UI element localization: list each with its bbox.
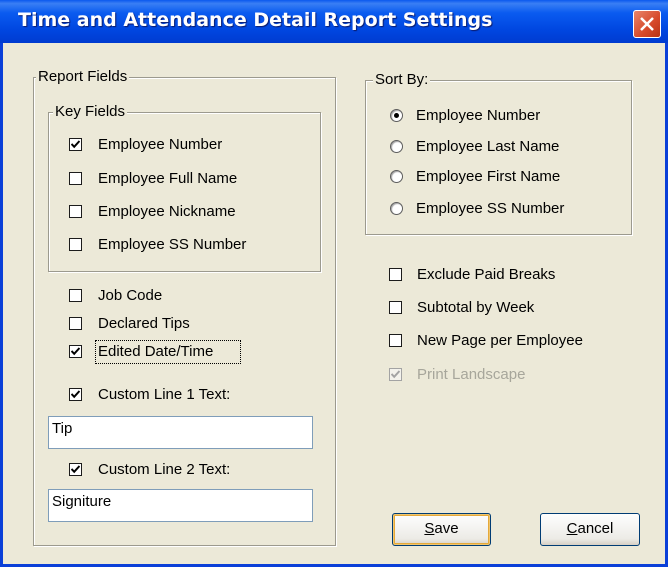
sort-employee-ss-number-label[interactable]: Employee SS Number (416, 200, 564, 218)
cancel-button[interactable]: Cancel (540, 513, 640, 546)
sort-employee-last-name-label[interactable]: Employee Last Name (416, 138, 559, 156)
title-bar[interactable]: Time and Attendance Detail Report Settin… (0, 0, 668, 43)
focus-indicator (95, 340, 241, 364)
edited-date-time-checkbox[interactable] (69, 345, 82, 358)
check-mark-icon (71, 140, 80, 149)
employee-number-checkbox[interactable] (69, 138, 82, 151)
cancel-label: ancel (577, 520, 614, 537)
custom-line-2-input[interactable]: Signiture (48, 489, 313, 522)
cancel-mnemonic: C (566, 520, 578, 537)
print-landscape-checkbox (389, 368, 402, 381)
employee-full-name-label[interactable]: Employee Full Name (98, 170, 237, 188)
save-mnemonic: S (424, 520, 435, 537)
close-icon (640, 17, 654, 31)
subtotal-by-week-checkbox[interactable] (389, 301, 402, 314)
job-code-checkbox[interactable] (69, 289, 82, 302)
check-mark-icon (71, 465, 80, 474)
sort-employee-ss-number-radio[interactable] (390, 202, 403, 215)
sort-by-legend: Sort By: (373, 71, 431, 89)
custom-line-1-checkbox[interactable] (69, 388, 82, 401)
sort-employee-first-name-label[interactable]: Employee First Name (416, 168, 560, 186)
save-label: ave (434, 520, 459, 537)
key-fields-legend: Key Fields (53, 103, 128, 121)
report-fields-legend: Report Fields (36, 68, 130, 86)
dialog-window: Time and Attendance Detail Report Settin… (0, 0, 668, 567)
custom-line-1-label[interactable]: Custom Line 1 Text: (98, 386, 230, 404)
new-page-per-employee-label[interactable]: New Page per Employee (417, 332, 583, 350)
custom-line-1-input[interactable]: Tip (48, 416, 313, 449)
save-button[interactable]: Save (392, 513, 491, 546)
check-mark-icon (71, 347, 80, 356)
job-code-label[interactable]: Job Code (98, 287, 162, 305)
subtotal-by-week-label[interactable]: Subtotal by Week (417, 299, 534, 317)
exclude-paid-breaks-checkbox[interactable] (389, 268, 402, 281)
check-mark-icon (71, 390, 80, 399)
declared-tips-checkbox[interactable] (69, 317, 82, 330)
sort-employee-number-radio[interactable] (390, 109, 403, 122)
close-button[interactable] (633, 10, 661, 38)
employee-nickname-checkbox[interactable] (69, 205, 82, 218)
window-title: Time and Attendance Detail Report Settin… (18, 9, 493, 31)
print-landscape-label: Print Landscape (417, 366, 526, 383)
employee-ss-number-label[interactable]: Employee SS Number (98, 236, 246, 254)
custom-line-2-checkbox[interactable] (69, 463, 82, 476)
new-page-per-employee-checkbox[interactable] (389, 334, 402, 347)
sort-employee-last-name-radio[interactable] (390, 140, 403, 153)
sort-employee-number-label[interactable]: Employee Number (416, 107, 540, 125)
employee-ss-number-checkbox[interactable] (69, 238, 82, 251)
employee-full-name-checkbox[interactable] (69, 172, 82, 185)
check-mark-icon (391, 370, 400, 379)
exclude-paid-breaks-label[interactable]: Exclude Paid Breaks (417, 266, 555, 284)
employee-nickname-label[interactable]: Employee Nickname (98, 203, 236, 221)
sort-employee-first-name-radio[interactable] (390, 170, 403, 183)
employee-number-label[interactable]: Employee Number (98, 136, 222, 154)
custom-line-2-label[interactable]: Custom Line 2 Text: (98, 461, 230, 479)
declared-tips-label[interactable]: Declared Tips (98, 315, 190, 333)
